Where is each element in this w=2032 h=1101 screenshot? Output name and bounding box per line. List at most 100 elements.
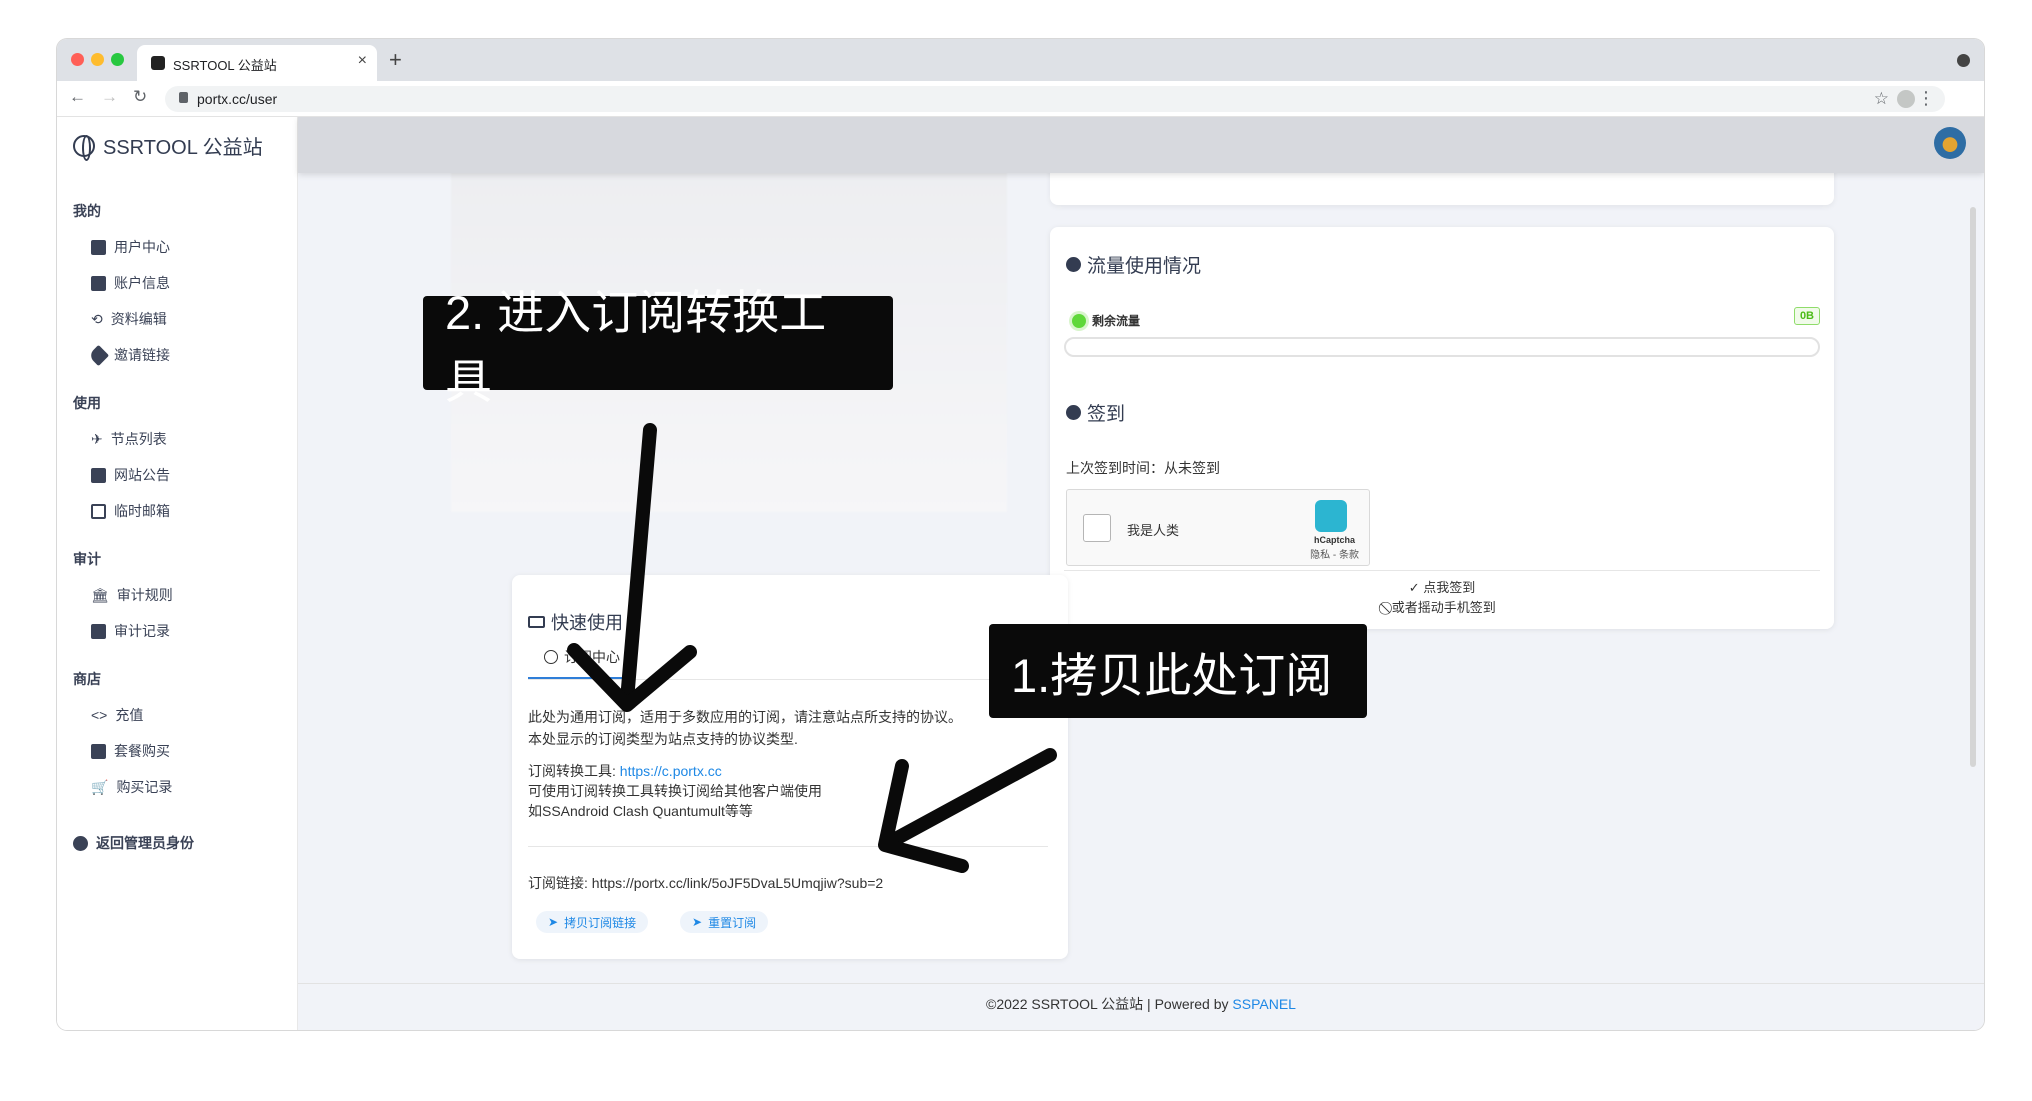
- checkin-title: 签到: [1066, 399, 1125, 426]
- sidebar-item-label: 审计记录: [114, 623, 170, 639]
- address-bar[interactable]: portx.cc/user ☆ ⋮: [165, 86, 1945, 112]
- back-icon[interactable]: ←: [69, 87, 86, 107]
- remaining-traffic: 剩余流量: [1072, 312, 1140, 329]
- tab-label: 订阅中心: [564, 649, 620, 665]
- sidebar-item-label: 套餐购买: [114, 743, 170, 759]
- vertical-scrollbar[interactable]: [1970, 207, 1976, 767]
- traffic-title: 流量使用情况: [1066, 251, 1201, 278]
- monitor-icon: [91, 503, 106, 519]
- quick-use-card: 快速使用 订阅中心 此处为通用订阅，适用于多数应用的订阅，请注意站点所支持的协议…: [512, 575, 1068, 959]
- new-tab-icon[interactable]: +: [389, 47, 402, 73]
- profile-icon[interactable]: [1897, 90, 1915, 108]
- remaining-traffic-badge: 0B: [1793, 307, 1820, 325]
- browser-toolbar: ← → ↻ portx.cc/user ☆ ⋮: [57, 81, 1984, 117]
- tab-divider: [528, 679, 1048, 680]
- sidebar-item-return-admin[interactable]: 返回管理员身份: [73, 833, 194, 853]
- browser-tab[interactable]: SSRTOOL 公益站 ×: [137, 45, 377, 81]
- announcement-icon: [91, 467, 106, 483]
- desc-line-1: 此处为通用订阅，适用于多数应用的订阅，请注意站点所支持的协议。: [528, 709, 962, 725]
- footer-text: ©2022 SSRTOOL 公益站 | Powered by: [986, 996, 1233, 1012]
- captcha-privacy-links[interactable]: 隐私 - 条款: [1310, 546, 1359, 561]
- reset-subscription-button[interactable]: ➤ 重置订阅: [680, 911, 769, 933]
- maximize-window-button[interactable]: [111, 53, 124, 66]
- sidebar-item-audit-rules[interactable]: 🏛 审计规则: [91, 585, 173, 605]
- captcha-checkbox[interactable]: [1083, 514, 1111, 542]
- url-text[interactable]: portx.cc/user: [197, 91, 277, 107]
- sidebar-item-plans[interactable]: 套餐购买: [91, 741, 170, 761]
- traffic-title-text: 流量使用情况: [1087, 256, 1202, 277]
- sidebar-item-label: 临时邮箱: [114, 503, 170, 519]
- converter-link[interactable]: https://c.portx.cc: [620, 763, 722, 779]
- code-icon: <>: [91, 707, 108, 723]
- brand[interactable]: SSRTOOL 公益站: [73, 131, 263, 161]
- sync-icon: ⟲: [91, 310, 103, 327]
- traffic-progress-bar: [1064, 337, 1820, 357]
- sidebar-item-audit-log[interactable]: 审计记录: [91, 621, 170, 641]
- send-icon: ➤: [692, 915, 703, 929]
- subscription-link-label: 订阅链接:: [528, 875, 592, 891]
- devices-icon: [528, 616, 545, 628]
- bank-icon: 🏛: [91, 586, 109, 603]
- minimize-window-button[interactable]: [91, 53, 104, 66]
- sidebar-item-label: 邀请链接: [114, 347, 170, 363]
- sidebar-item-nodes[interactable]: ✈ 节点列表: [91, 429, 167, 449]
- forward-icon[interactable]: →: [101, 87, 118, 107]
- sidebar-item-label: 充值: [115, 707, 144, 723]
- tab-title: SSRTOOL 公益站: [173, 58, 277, 73]
- sidebar-item-announcement[interactable]: 网站公告: [91, 465, 170, 485]
- copy-subscription-button[interactable]: ➤ 拷贝订阅链接: [536, 911, 649, 933]
- annotation-step-2: 2. 进入订阅转换工具: [423, 286, 893, 408]
- subscription-link-value[interactable]: https://portx.cc/link/5oJF5DvaL5Umqjiw?s…: [592, 875, 883, 891]
- avatar[interactable]: [1934, 127, 1966, 159]
- reload-icon[interactable]: ↻: [133, 87, 147, 107]
- section-title-mine: 我的: [73, 203, 101, 219]
- browser-window: SSRTOOL 公益站 × + ← → ↻ portx.cc/user ☆ ⋮ …: [57, 39, 1984, 1030]
- sidebar-item-label: 返回管理员身份: [96, 835, 194, 851]
- shake-checkin-text: ⃠ 或者摇动手机签到: [1388, 600, 1496, 615]
- tab-search-icon[interactable]: [1957, 54, 1970, 67]
- copy-button-label: 拷贝订阅链接: [564, 915, 637, 930]
- sidebar-item-recharge[interactable]: <> 充值: [91, 705, 143, 725]
- lock-icon: [179, 92, 188, 103]
- converter-line: 订阅转换工具: https://c.portx.cc: [528, 761, 722, 781]
- checkin-title-text: 签到: [1087, 404, 1126, 425]
- account-circle-icon: [1066, 257, 1081, 272]
- sidebar-item-label: 网站公告: [114, 467, 170, 483]
- account-circle-icon: [73, 835, 88, 851]
- brand-name: SSRTOOL 公益站: [103, 137, 263, 159]
- captcha-brand: hCaptcha: [1313, 535, 1355, 545]
- close-window-button[interactable]: [71, 53, 84, 66]
- account-circle-icon: [1066, 405, 1081, 420]
- sidebar-item-account-info[interactable]: 账户信息: [91, 273, 170, 293]
- footer-link[interactable]: SSPANEL: [1232, 996, 1296, 1012]
- tab-close-icon[interactable]: ×: [358, 52, 367, 70]
- converter-line-2: 可使用订阅转换工具转换订阅给其他客户端使用: [528, 783, 822, 799]
- info-icon: [544, 650, 558, 664]
- sidebar-item-temp-mail[interactable]: 临时邮箱: [91, 501, 170, 521]
- captcha-label: 我是人类: [1127, 523, 1180, 538]
- section-title-shop: 商店: [73, 671, 101, 687]
- sidebar-item-label: 用户中心: [114, 239, 170, 255]
- checkin-button[interactable]: ✓ 点我签到: [1050, 577, 1834, 596]
- sidebar-item-user-center[interactable]: 用户中心: [91, 237, 170, 257]
- cart-icon: 🛒: [91, 778, 109, 795]
- footer: ©2022 SSRTOOL 公益站 | Powered by SSPANEL: [298, 983, 1984, 1030]
- divider: [528, 846, 1048, 847]
- remaining-traffic-label: 剩余流量: [1092, 314, 1141, 328]
- top-bar: [298, 117, 1984, 173]
- wallet-icon: [91, 239, 106, 255]
- more-menu-icon[interactable]: ⋮: [1917, 88, 1935, 109]
- sidebar-item-purchase-log[interactable]: 🛒 购买记录: [91, 777, 172, 797]
- sidebar-item-profile-edit[interactable]: ⟲ 资料编辑: [91, 309, 167, 329]
- sidebar-item-invite[interactable]: 邀请链接: [87, 344, 170, 366]
- tab-subscription-center[interactable]: 订阅中心: [544, 647, 620, 667]
- section-title-audit: 审计: [73, 551, 101, 567]
- bookmark-star-icon[interactable]: ☆: [1874, 89, 1889, 109]
- account-box-icon: [91, 275, 106, 291]
- desc-line-2: 本处显示的订阅类型为站点支持的协议类型.: [528, 731, 798, 747]
- hcaptcha-widget: 我是人类 hCaptcha 隐私 - 条款: [1066, 489, 1370, 566]
- tag-icon: [87, 344, 110, 366]
- sidebar-item-label: 节点列表: [110, 431, 167, 447]
- sidebar-item-label: 审计规则: [116, 587, 173, 603]
- annotation-step-1: 1.拷贝此处订阅: [989, 624, 1367, 718]
